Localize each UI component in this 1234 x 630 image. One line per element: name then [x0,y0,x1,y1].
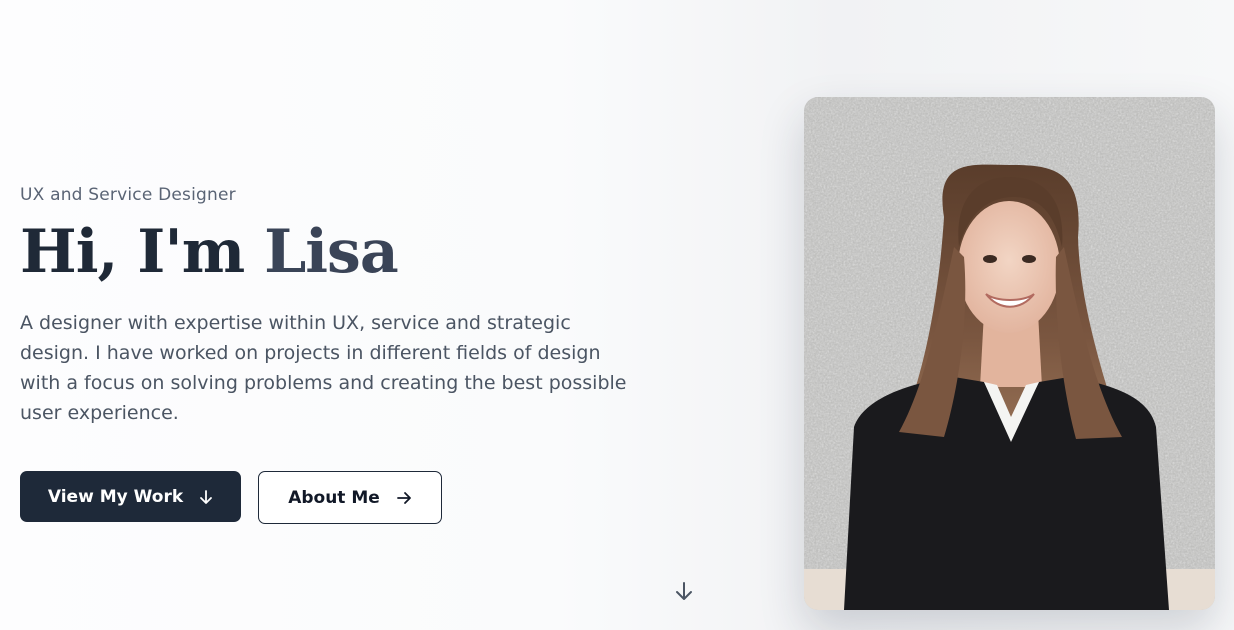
hero-heading: Hi, I'm Lisa [20,212,399,292]
arrow-down-icon [199,489,213,505]
scroll-down-icon[interactable] [673,580,695,602]
hero-greeting: Hi, I'm [20,217,245,287]
arrow-right-icon [396,491,412,505]
hero-section: UX and Service Designer Hi, I'm Lisa A d… [0,0,1234,630]
hero-name: Lisa [264,217,399,287]
hero-subtitle: UX and Service Designer [20,185,236,205]
view-my-work-button[interactable]: View My Work [20,471,241,522]
hero-description: A designer with expertise within UX, ser… [20,312,627,424]
about-me-button[interactable]: About Me [258,471,442,524]
about-me-label: About Me [288,487,380,508]
portrait-photo [804,97,1215,610]
view-my-work-label: View My Work [47,486,184,507]
